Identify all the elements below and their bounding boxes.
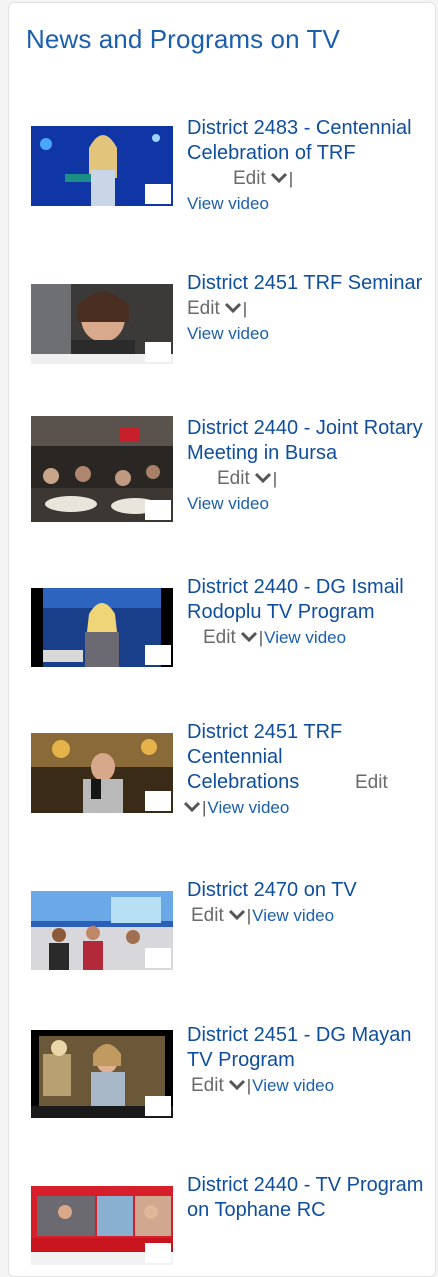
chevron-down-icon (224, 302, 241, 314)
chevron-down-icon (240, 631, 257, 643)
chevron-down-icon (254, 472, 271, 484)
video-thumbnail[interactable] (31, 126, 173, 206)
overlay-box (145, 645, 171, 665)
video-thumbnail[interactable] (31, 588, 173, 667)
separator: | (246, 1076, 252, 1095)
overlay-box (145, 342, 171, 362)
view-video-link[interactable]: View video (187, 194, 269, 213)
widget-title: News and Programs on TV (26, 24, 340, 54)
item-title-link[interactable]: District 2440 - TV Program on Tophane RC (187, 1174, 423, 1221)
view-video-link[interactable]: View video (207, 798, 289, 817)
view-video-link[interactable]: View video (252, 1076, 334, 1095)
separator: | (202, 798, 207, 817)
edit-label: Edit (203, 627, 236, 648)
item-title-link[interactable]: District 2440 - Joint Rotary Meeting in … (187, 417, 423, 464)
edit-dropdown[interactable]: Edit (191, 905, 246, 926)
edit-label: Edit (191, 1075, 224, 1096)
separator: | (272, 469, 278, 488)
edit-label: Edit (233, 168, 266, 189)
overlay-box (145, 1096, 171, 1116)
separator: | (258, 628, 264, 647)
chevron-down-icon (228, 909, 245, 921)
separator: | (288, 169, 294, 188)
edit-label: Edit (191, 905, 224, 926)
video-thumbnail[interactable] (31, 733, 173, 813)
edit-label: Edit (187, 298, 220, 319)
video-thumbnail[interactable] (31, 416, 173, 522)
overlay-box (145, 184, 171, 204)
overlay-box (145, 791, 171, 811)
view-video-link[interactable]: View video (187, 324, 269, 343)
item-title-link[interactable]: District 2483 - Centennial Celebration o… (187, 117, 412, 164)
video-thumbnail[interactable] (31, 284, 173, 364)
chevron-down-icon (270, 172, 287, 184)
chevron-down-icon[interactable] (183, 800, 201, 814)
edit-dropdown[interactable]: Edit (187, 298, 242, 319)
item-title-link[interactable]: District 2451 TRF Centennial Celebration… (187, 721, 342, 793)
item-title-link[interactable]: District 2451 - DG Mayan TV Program (187, 1024, 412, 1071)
separator: | (242, 299, 248, 318)
view-video-link[interactable]: View video (252, 906, 334, 925)
edit-dropdown[interactable]: Edit (217, 468, 272, 489)
edit-dropdown[interactable]: Edit (355, 770, 388, 795)
overlay-box (145, 948, 171, 968)
edit-dropdown[interactable]: Edit (191, 1075, 246, 1096)
view-video-link[interactable]: View video (187, 494, 269, 513)
overlay-box (145, 1243, 171, 1263)
view-video-link[interactable]: View video (264, 628, 346, 647)
item-title-link[interactable]: District 2451 TRF Seminar (187, 272, 422, 294)
separator: | (246, 906, 252, 925)
overlay-box (145, 500, 171, 520)
edit-dropdown[interactable]: Edit (233, 168, 288, 189)
video-thumbnail[interactable] (31, 891, 173, 970)
chevron-down-icon (228, 1079, 245, 1091)
edit-label: Edit (217, 468, 250, 489)
item-title-link[interactable]: District 2440 - DG Ismail Rodoplu TV Pro… (187, 576, 404, 623)
video-thumbnail[interactable] (31, 1030, 173, 1118)
item-title-link[interactable]: District 2470 on TV (187, 879, 357, 901)
edit-dropdown[interactable]: Edit (203, 627, 258, 648)
edit-label: Edit (355, 772, 388, 793)
video-thumbnail[interactable] (31, 1186, 173, 1265)
